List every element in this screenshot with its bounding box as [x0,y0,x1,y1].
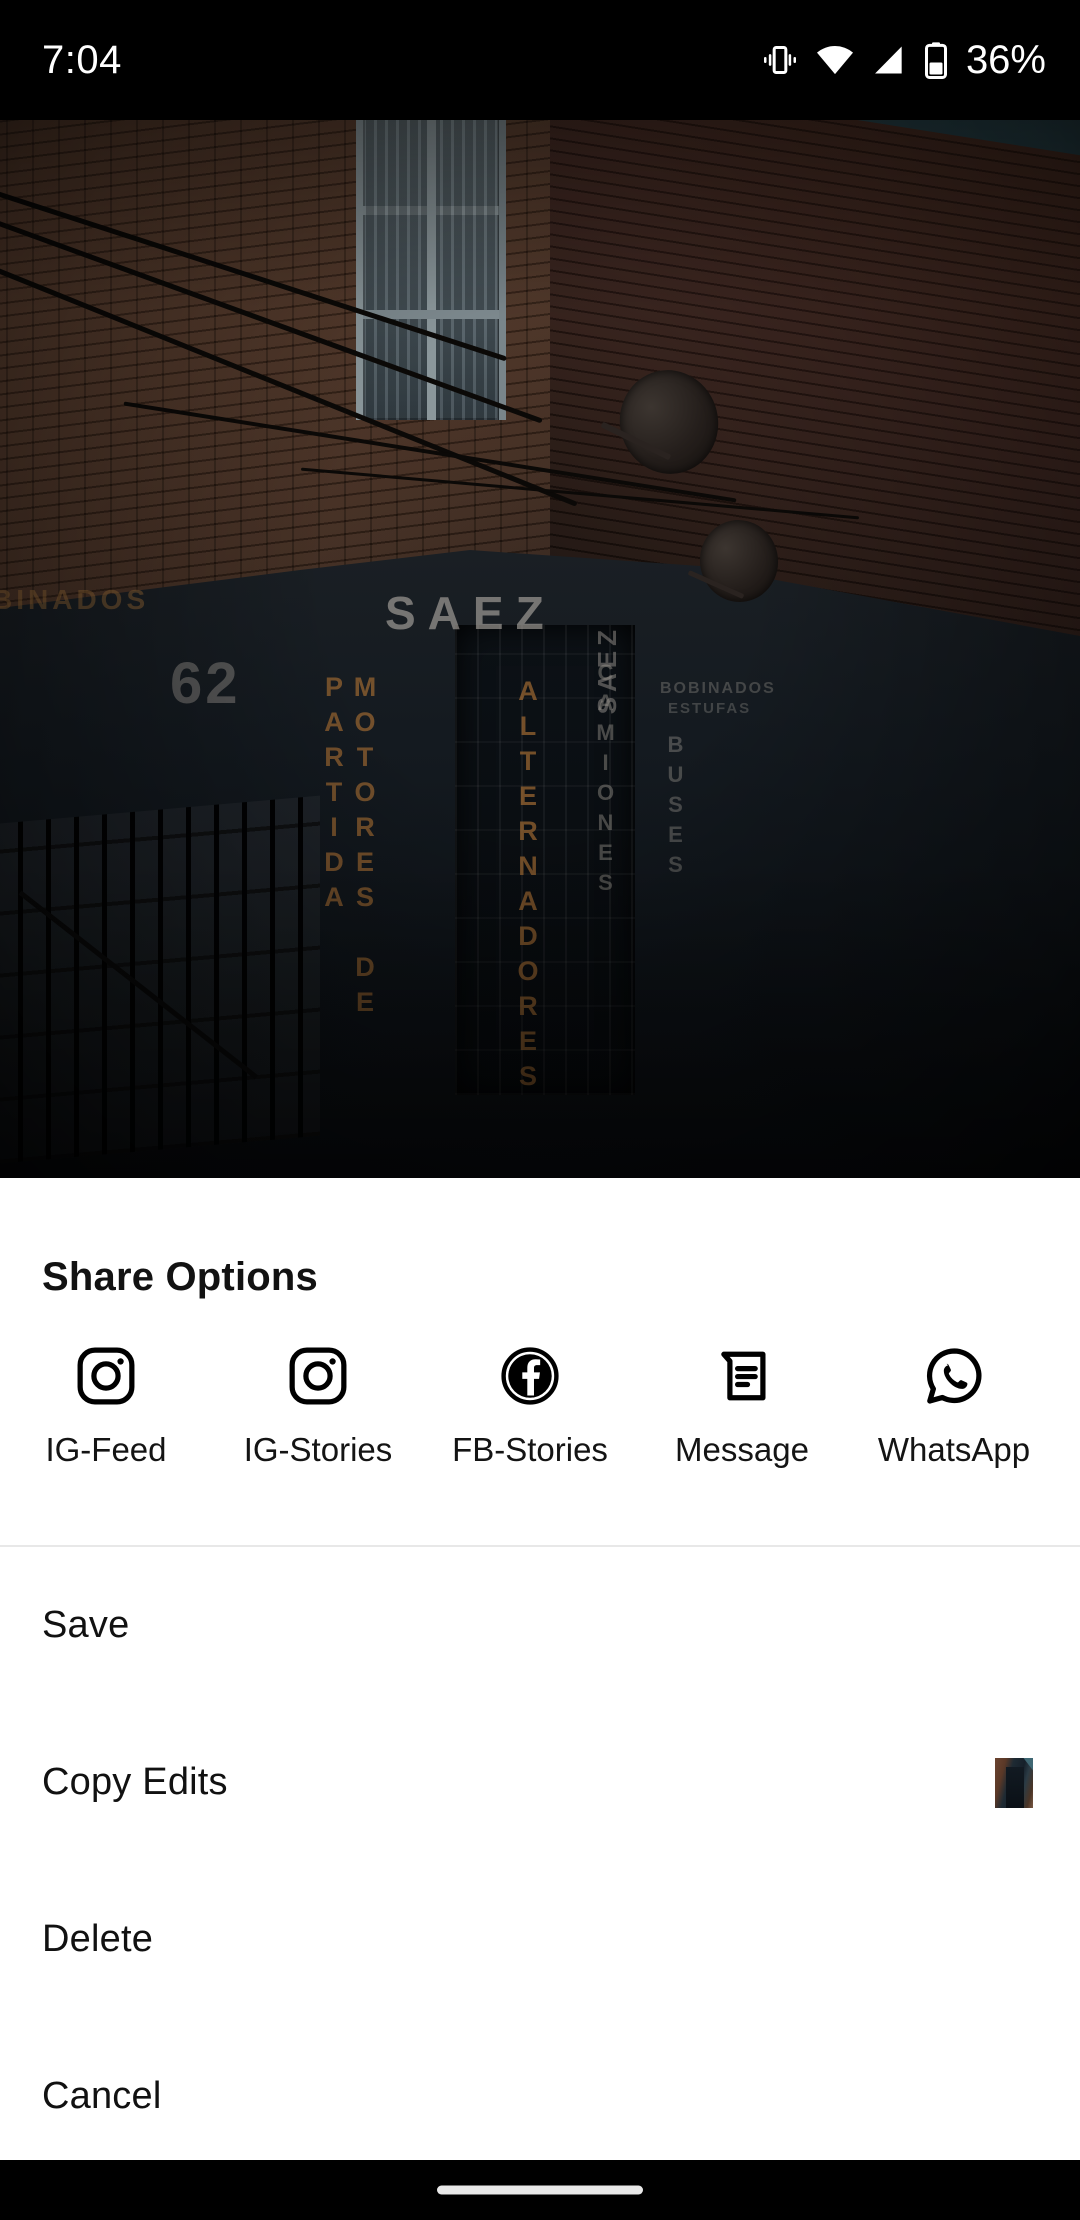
status-bar: 7:04 36% [0,0,1080,120]
share-targets-row: IG-Feed IG-Stories FB-Stories Message Wh… [0,1343,1080,1469]
menu-item-label: Delete [42,1918,154,1960]
home-gesture-pill[interactable] [437,2185,643,2195]
menu-item-save[interactable]: Save [0,1547,1080,1704]
share-target-message[interactable]: Message [636,1343,848,1469]
menu-item-copy-edits[interactable]: Copy Edits [0,1704,1080,1861]
share-target-ig-feed[interactable]: IG-Feed [0,1343,212,1469]
iron-gate [0,795,320,1165]
instagram-icon [73,1343,139,1409]
wifi-icon [814,40,856,80]
bay-window [356,120,506,420]
menu-item-label: Cancel [42,2075,162,2117]
share-target-label: IG-Stories [243,1431,393,1468]
whatsapp-icon [921,1343,987,1409]
status-bar-clock: 7:04 [42,37,122,82]
navigation-bar [0,2160,1080,2220]
menu-item-delete[interactable]: Delete [0,1861,1080,2018]
vibrate-icon [760,40,800,80]
share-target-label: Message [675,1431,809,1468]
instagram-icon [285,1343,351,1409]
message-icon [709,1343,775,1409]
menu-item-cancel[interactable]: Cancel [0,2018,1080,2175]
copy-edits-thumbnail [995,1757,1033,1808]
door-grille [455,625,635,1095]
thumbnail-storefront [1006,1766,1024,1808]
share-target-label: FB-Stories [452,1431,608,1468]
status-bar-icons: 36% [760,38,1046,83]
share-options-sheet: Share Options IG-Feed IG-Stories FB-Stor… [0,1178,1080,2160]
menu-item-label: Save [42,1604,130,1646]
facebook-icon [497,1343,563,1409]
battery-percentage: 36% [965,37,1046,82]
share-target-label: WhatsApp [877,1431,1031,1468]
photo-canvas: SAEZ SAEZ 62 BINADOS MOTORES DE PARTIDA … [0,120,1080,1178]
share-options-title: Share Options [42,1255,318,1299]
share-target-whatsapp[interactable]: WhatsApp [848,1343,1060,1469]
share-target-fb-stories[interactable]: FB-Stories [424,1343,636,1469]
window-mullion [427,120,436,420]
share-target-ig-stories[interactable]: IG-Stories [212,1343,424,1469]
share-target-label: IG-Feed [45,1431,167,1468]
signal-icon [870,40,908,80]
doorway [455,625,635,1095]
menu-item-label: Copy Edits [42,1761,228,1803]
battery-icon [922,40,950,80]
action-menu: Save Copy Edits Delete Cancel [0,1547,1080,2175]
photo-preview[interactable]: SAEZ SAEZ 62 BINADOS MOTORES DE PARTIDA … [0,120,1080,1178]
